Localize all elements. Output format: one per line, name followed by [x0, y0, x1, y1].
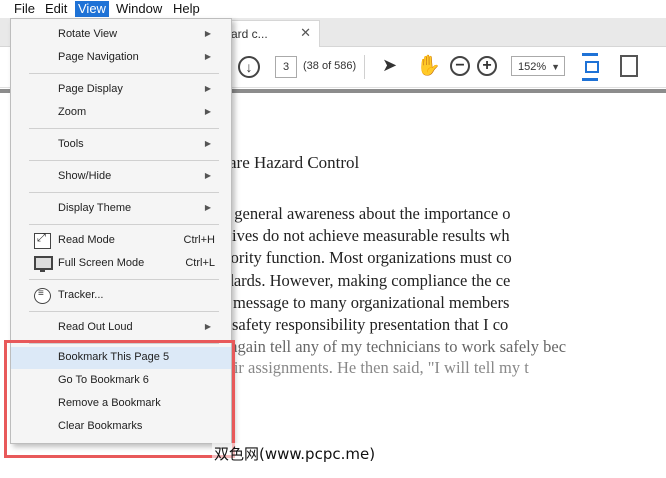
menu-item-label: Full Screen Mode — [58, 257, 145, 269]
fit-page-icon[interactable] — [582, 53, 599, 81]
menu-item-label: Show/Hide — [58, 170, 112, 182]
menu-file[interactable]: File — [11, 1, 38, 17]
menu-separator — [29, 192, 219, 193]
chevron-down-icon: ▼ — [551, 62, 560, 72]
submenu-arrow-icon: ▶ — [204, 29, 211, 38]
menu-item-read-out-loud[interactable]: Read Out Loud ▶ — [11, 317, 231, 339]
menu-item-label: Rotate View — [58, 28, 118, 40]
menu-item-tools[interactable]: Tools ▶ — [11, 134, 231, 156]
menu-help[interactable]: Help — [170, 1, 203, 17]
page-number-input[interactable]: 3 — [275, 56, 297, 78]
submenu-arrow-icon: ▶ — [204, 52, 211, 61]
zoom-in-icon[interactable]: + — [477, 56, 497, 76]
zoom-dropdown[interactable]: 152% ▼ — [511, 56, 565, 76]
menu-item-page-navigation[interactable]: Page Navigation ▶ — [11, 47, 231, 69]
zoom-out-icon[interactable]: − — [450, 56, 470, 76]
menu-separator — [29, 128, 219, 129]
zoom-value: 152% — [518, 61, 547, 73]
read-mode-icon — [34, 232, 51, 249]
menu-item-label: Zoom — [58, 106, 87, 118]
menu-window[interactable]: Window — [113, 1, 165, 17]
next-page-icon[interactable]: ↓ — [238, 56, 260, 78]
submenu-arrow-icon: ▶ — [204, 107, 211, 116]
menu-separator — [29, 279, 219, 280]
menu-item-label: Display Theme — [58, 202, 132, 214]
menu-separator — [29, 160, 219, 161]
menu-item-rotate-view[interactable]: Rotate View ▶ — [11, 24, 231, 46]
submenu-arrow-icon: ▶ — [204, 203, 211, 212]
menu-item-tracker[interactable]: Tracker... — [11, 285, 231, 307]
menu-item-shortcut: Ctrl+L — [185, 257, 215, 269]
menu-item-label: Page Navigation — [58, 51, 139, 63]
annotation-highlight-box — [4, 340, 235, 458]
menu-item-page-display[interactable]: Page Display ▶ — [11, 79, 231, 101]
submenu-arrow-icon: ▶ — [204, 322, 211, 331]
page-tools-icon[interactable] — [620, 55, 638, 77]
menu-separator — [29, 311, 219, 312]
page-count: (38 of 586) — [303, 60, 357, 72]
submenu-arrow-icon: ▶ — [204, 139, 211, 148]
menu-item-zoom[interactable]: Zoom ▶ — [11, 102, 231, 124]
submenu-arrow-icon: ▶ — [204, 84, 211, 93]
close-icon[interactable]: ✕ — [300, 25, 311, 41]
menu-item-read-mode[interactable]: Read Mode Ctrl+H — [11, 230, 231, 252]
menu-separator — [29, 224, 219, 225]
menu-item-display-theme[interactable]: Display Theme ▶ — [11, 198, 231, 220]
submenu-arrow-icon: ▶ — [204, 171, 211, 180]
menu-item-show-hide[interactable]: Show/Hide ▶ — [11, 166, 231, 188]
select-cursor-icon[interactable]: ➤ — [382, 55, 397, 76]
watermark-text: 双色网(www.pcpc.me) — [212, 443, 378, 464]
full-screen-icon — [34, 256, 53, 272]
menu-item-label: Tracker... — [58, 289, 104, 301]
toolbar-divider — [364, 55, 365, 79]
tracker-icon — [34, 288, 51, 304]
menu-separator — [29, 73, 219, 74]
menu-item-full-screen-mode[interactable]: Full Screen Mode Ctrl+L — [11, 253, 231, 275]
menu-view[interactable]: View — [75, 1, 109, 17]
menu-item-label: Page Display — [58, 83, 123, 95]
menu-item-label: Read Out Loud — [58, 321, 133, 333]
hand-tool-icon[interactable]: ✋ — [416, 53, 441, 78]
menu-edit[interactable]: Edit — [42, 1, 70, 17]
menu-item-shortcut: Ctrl+H — [183, 234, 215, 246]
menubar: File Edit View Window Help — [0, 0, 666, 18]
menu-item-label: Read Mode — [58, 234, 115, 246]
document-tab[interactable]: ard c... ✕ — [222, 20, 320, 47]
document-heading: are Hazard Control — [229, 153, 360, 172]
document-tab-title: ard c... — [231, 27, 268, 41]
menu-item-label: Tools — [58, 138, 84, 150]
